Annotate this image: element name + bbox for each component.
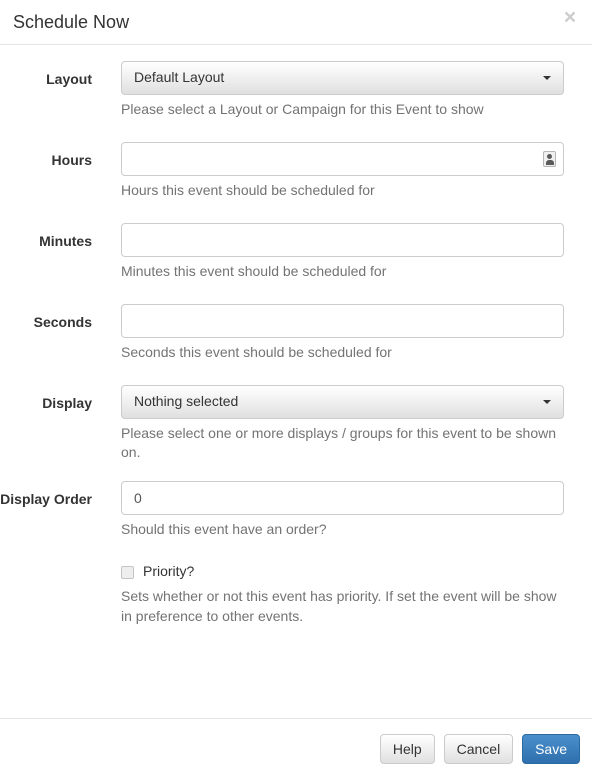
layout-select-value: Default Layout	[134, 69, 225, 86]
hours-input[interactable]	[121, 141, 564, 176]
schedule-now-dialog: Schedule Now × Layout Default Layout Ple…	[0, 0, 592, 778]
form-group-display-order: Display Order Should this event have an …	[0, 481, 564, 540]
minutes-input[interactable]	[121, 222, 564, 257]
display-help-text: Please select one or more displays / gro…	[121, 424, 557, 461]
hours-input-wrapper	[121, 141, 564, 176]
form-group-layout: Layout Default Layout Please select a La…	[0, 61, 564, 120]
save-button[interactable]: Save	[522, 734, 580, 764]
seconds-input[interactable]	[121, 303, 564, 338]
display-label: Display	[42, 394, 92, 411]
layout-help-text: Please select a Layout or Campaign for t…	[121, 101, 484, 117]
priority-checkbox-row[interactable]: Priority?	[121, 562, 564, 582]
display-order-help-text: Should this event have an order?	[121, 521, 327, 538]
minutes-help-text: Minutes this event should be scheduled f…	[121, 262, 387, 279]
minutes-label: Minutes	[39, 232, 92, 249]
hours-help-text: Hours this event should be scheduled for	[121, 181, 375, 198]
seconds-label: Seconds	[33, 313, 92, 330]
dialog-title: Schedule Now	[13, 12, 130, 32]
priority-checkbox[interactable]	[121, 566, 134, 580]
hours-field: Hours this event should be scheduled for	[92, 141, 564, 201]
layout-label: Layout	[46, 71, 92, 87]
seconds-field: Seconds this event should be scheduled f…	[92, 303, 564, 363]
display-select-value: Nothing selected	[134, 392, 239, 409]
priority-help-text: Sets whether or not this event has prior…	[121, 588, 557, 624]
display-select[interactable]: Nothing selected	[121, 384, 564, 419]
dialog-header: Schedule Now ×	[0, 0, 592, 45]
priority-checkbox-label[interactable]: Priority?	[143, 562, 194, 582]
chevron-down-icon	[543, 76, 551, 80]
priority-label-spacer	[0, 562, 92, 571]
close-icon[interactable]: ×	[560, 7, 580, 28]
form-group-minutes: Minutes Minutes this event should be sch…	[0, 222, 564, 282]
display-field: Nothing selected Please select one or mo…	[92, 384, 564, 464]
form-group-priority: Priority? Sets whether or not this event…	[0, 562, 564, 627]
seconds-help-text: Seconds this event should be scheduled f…	[121, 343, 392, 360]
minutes-field: Minutes this event should be scheduled f…	[92, 222, 564, 282]
display-order-input[interactable]	[121, 481, 564, 516]
dialog-body: Layout Default Layout Please select a La…	[0, 45, 592, 718]
form-group-hours: Hours Hours this event should be schedul…	[0, 141, 564, 201]
chevron-down-icon	[543, 399, 551, 404]
hours-label: Hours	[51, 151, 92, 168]
display-order-label: Display Order	[0, 491, 92, 508]
cancel-button[interactable]: Cancel	[443, 734, 514, 764]
form-group-display: Display Nothing selected Please select o…	[0, 384, 564, 464]
layout-select[interactable]: Default Layout	[121, 61, 564, 95]
form-group-seconds: Seconds Seconds this event should be sch…	[0, 303, 564, 363]
autofill-contact-icon[interactable]	[543, 150, 556, 167]
layout-field: Default Layout Please select a Layout or…	[92, 61, 564, 120]
priority-field: Priority? Sets whether or not this event…	[92, 562, 564, 627]
help-button[interactable]: Help	[379, 734, 435, 764]
dialog-footer: Help Cancel Save	[0, 718, 592, 778]
display-order-field: Should this event have an order?	[92, 481, 564, 540]
